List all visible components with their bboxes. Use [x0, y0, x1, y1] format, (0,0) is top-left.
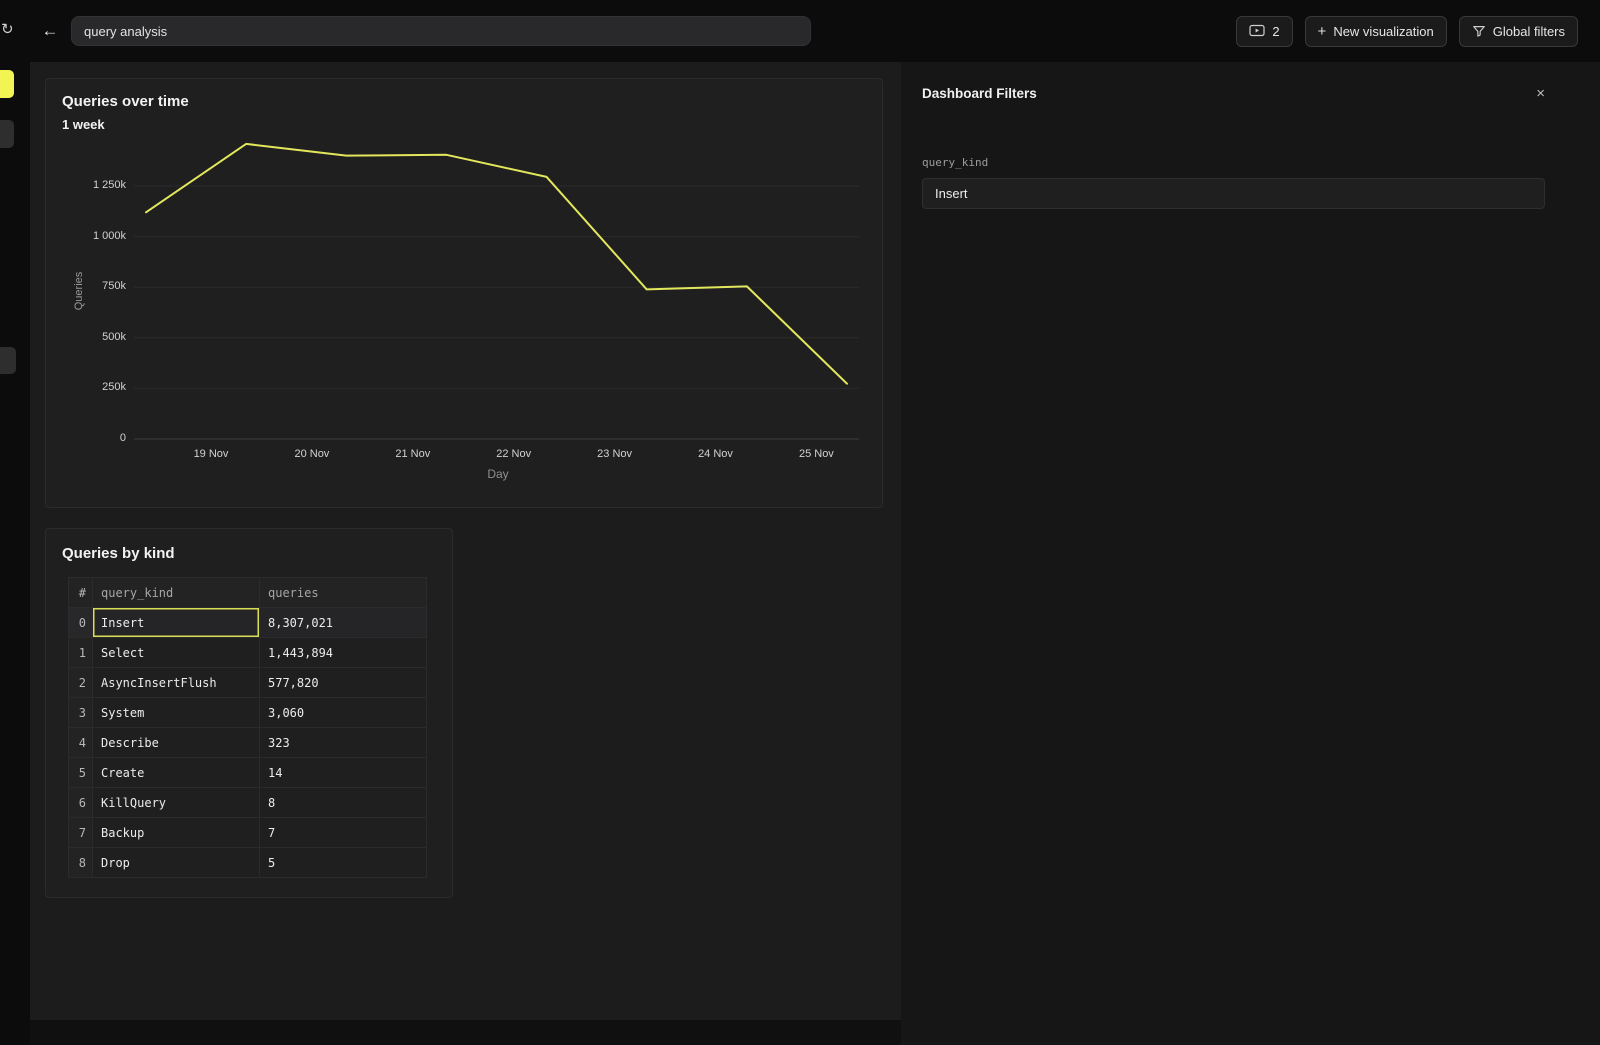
x-axis-tick: 25 Nov [776, 448, 856, 460]
queries-by-kind-table: # query_kind queries 0Insert8,307,0211Se… [68, 577, 427, 878]
global-filters-button[interactable]: Global filters [1459, 16, 1578, 47]
query-kind-cell[interactable]: Select [93, 638, 260, 668]
rail-item-active[interactable] [0, 70, 14, 98]
dashboard-title-input[interactable] [71, 16, 811, 46]
queries-over-time-card[interactable]: Queries over time 1 week Queries Day 025… [45, 78, 883, 508]
queries-by-kind-card[interactable]: Queries by kind # query_kind queries 0In… [45, 528, 453, 898]
y-axis-tick: 0 [46, 432, 126, 444]
table-row[interactable]: 0Insert8,307,021 [69, 608, 427, 638]
new-visualization-label: New visualization [1333, 24, 1433, 39]
plus-icon: + [1318, 23, 1327, 40]
x-axis-tick: 24 Nov [676, 448, 756, 460]
queries-count-cell[interactable]: 1,443,894 [260, 638, 427, 668]
table-row[interactable]: 1Select1,443,894 [69, 638, 427, 668]
table-row[interactable]: 4Describe323 [69, 728, 427, 758]
row-index-cell: 8 [69, 848, 93, 878]
x-axis-tick: 23 Nov [575, 448, 655, 460]
table-header-row: # query_kind queries [69, 578, 427, 608]
slides-button[interactable]: 2 [1236, 16, 1292, 47]
y-axis-tick: 250k [46, 381, 126, 393]
query-kind-cell[interactable]: System [93, 698, 260, 728]
topbar: ← 2 + New visualization Global filters [30, 0, 1600, 62]
row-index-cell: 4 [69, 728, 93, 758]
x-axis-tick: 19 Nov [171, 448, 251, 460]
back-button[interactable]: ← [36, 17, 64, 45]
queries-table-body: 0Insert8,307,0211Select1,443,8942AsyncIn… [69, 608, 427, 878]
dashboard-filters-panel: Dashboard Filters × query_kind Insert [901, 62, 1600, 1045]
column-header-queries: queries [260, 578, 427, 608]
query-kind-cell[interactable]: KillQuery [93, 788, 260, 818]
presentation-icon [1249, 24, 1265, 38]
table-row[interactable]: 7Backup7 [69, 818, 427, 848]
y-axis-tick: 1 000k [46, 230, 126, 242]
query-kind-cell[interactable]: Create [93, 758, 260, 788]
slides-count: 2 [1272, 24, 1279, 39]
row-index-cell: 2 [69, 668, 93, 698]
row-index-cell: 7 [69, 818, 93, 848]
dashboard-canvas: Queries over time 1 week Queries Day 025… [30, 62, 901, 1020]
query-kind-cell[interactable]: AsyncInsertFlush [93, 668, 260, 698]
query-kind-filter-value: Insert [935, 186, 968, 201]
query-kind-filter-label: query_kind [922, 156, 1545, 169]
chart-area: Queries Day 0250k500k750k1 000k1 250k19 … [46, 79, 884, 509]
table-row[interactable]: 8Drop5 [69, 848, 427, 878]
queries-count-cell[interactable]: 8,307,021 [260, 608, 427, 638]
table-row[interactable]: 2AsyncInsertFlush577,820 [69, 668, 427, 698]
column-header-index: # [69, 578, 93, 608]
global-filters-label: Global filters [1493, 24, 1565, 39]
back-arrow-icon: ← [42, 21, 59, 40]
row-index-cell: 1 [69, 638, 93, 668]
left-rail: ↻ [0, 0, 30, 1045]
filters-panel-header: Dashboard Filters × [922, 86, 1545, 101]
queries-count-cell[interactable]: 323 [260, 728, 427, 758]
query-kind-cell[interactable]: Insert [93, 608, 260, 638]
x-axis-tick: 22 Nov [474, 448, 554, 460]
table-row[interactable]: 5Create14 [69, 758, 427, 788]
new-visualization-button[interactable]: + New visualization [1305, 16, 1447, 47]
rail-item[interactable] [0, 120, 14, 148]
x-axis-tick: 21 Nov [373, 448, 453, 460]
queries-count-cell[interactable]: 7 [260, 818, 427, 848]
line-chart-svg [46, 79, 884, 509]
table-row[interactable]: 6KillQuery8 [69, 788, 427, 818]
row-index-cell: 0 [69, 608, 93, 638]
queries-count-cell[interactable]: 14 [260, 758, 427, 788]
queries-count-cell[interactable]: 3,060 [260, 698, 427, 728]
funnel-icon [1472, 24, 1486, 38]
y-axis-tick: 500k [46, 331, 126, 343]
column-header-query-kind: query_kind [93, 578, 260, 608]
x-axis-tick: 20 Nov [272, 448, 352, 460]
refresh-icon[interactable]: ↻ [1, 20, 14, 38]
query-kind-cell[interactable]: Backup [93, 818, 260, 848]
queries-count-cell[interactable]: 5 [260, 848, 427, 878]
row-index-cell: 5 [69, 758, 93, 788]
query-kind-filter-input[interactable]: Insert [922, 178, 1545, 209]
row-index-cell: 6 [69, 788, 93, 818]
table-card-title: Queries by kind [62, 545, 175, 562]
x-axis-label: Day [458, 467, 538, 481]
queries-count-cell[interactable]: 577,820 [260, 668, 427, 698]
queries-series-line [146, 144, 847, 384]
query-kind-cell[interactable]: Describe [93, 728, 260, 758]
y-axis-tick: 750k [46, 280, 126, 292]
bottom-strip [30, 1020, 901, 1045]
y-axis-tick: 1 250k [46, 179, 126, 191]
query-kind-cell[interactable]: Drop [93, 848, 260, 878]
filters-panel-title: Dashboard Filters [922, 86, 1037, 101]
table-row[interactable]: 3System3,060 [69, 698, 427, 728]
close-icon[interactable]: × [1536, 86, 1545, 101]
topbar-actions: 2 + New visualization Global filters [1236, 16, 1578, 47]
queries-count-cell[interactable]: 8 [260, 788, 427, 818]
rail-item[interactable] [0, 347, 16, 374]
row-index-cell: 3 [69, 698, 93, 728]
